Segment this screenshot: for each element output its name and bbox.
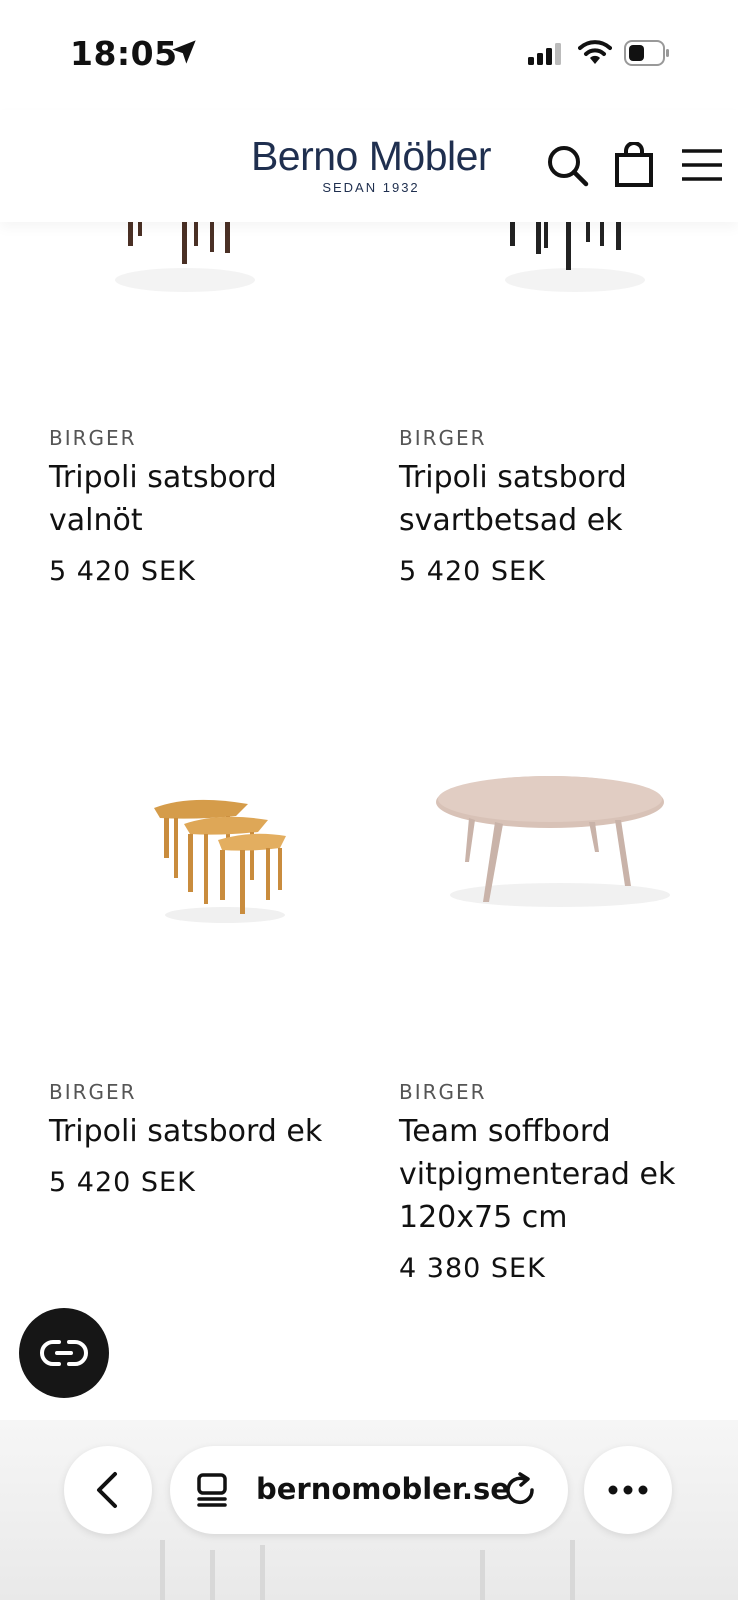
location-arrow-icon <box>172 40 196 64</box>
more-icon <box>608 1485 648 1495</box>
status-time: 18:05 <box>70 34 178 73</box>
product-name[interactable]: Team soffbord vitpigmenterad ek 120x75 c… <box>399 1110 719 1239</box>
product-card[interactable]: BIRGER Tripoli satsbord valnöt 5 420 SEK <box>49 426 369 587</box>
more-button[interactable] <box>584 1446 672 1534</box>
chat-icon <box>40 1340 88 1366</box>
product-name[interactable]: Tripoli satsbord svartbetsad ek <box>399 456 719 542</box>
product-price: 5 420 SEK <box>49 556 196 587</box>
back-icon <box>97 1472 117 1508</box>
reload-icon[interactable] <box>504 1472 538 1508</box>
product-name[interactable]: Tripoli satsbord ek <box>49 1110 369 1153</box>
product-brand: BIRGER <box>49 426 137 450</box>
product-price: 5 420 SEK <box>49 1167 196 1198</box>
back-button[interactable] <box>64 1446 152 1534</box>
wifi-icon <box>578 40 612 64</box>
logo-wordmark: Berno Möbler <box>250 133 492 179</box>
address-bar[interactable]: bernomobler.se <box>170 1446 568 1534</box>
status-bar: 18:05 <box>0 0 738 110</box>
product-image-tripoli-walnut[interactable] <box>110 218 260 308</box>
product-card[interactable]: BIRGER Tripoli satsbord ek 5 420 SEK <box>49 1080 369 1198</box>
product-price: 4 380 SEK <box>399 1253 546 1284</box>
product-image-tripoli-black-oak[interactable] <box>500 218 650 308</box>
product-brand: BIRGER <box>49 1080 137 1104</box>
product-image-tripoli-oak[interactable] <box>140 790 300 930</box>
battery-icon <box>624 40 669 66</box>
search-icon[interactable] <box>546 144 590 188</box>
product-name[interactable]: Tripoli satsbord valnöt <box>49 456 369 542</box>
site-header: Berno Möbler SEDAN 1932 <box>0 110 738 222</box>
chat-button[interactable] <box>19 1308 109 1398</box>
product-image-team-coffee-table[interactable] <box>425 770 675 930</box>
product-price: 5 420 SEK <box>399 556 546 587</box>
logo-tagline: SEDAN 1932 <box>322 180 420 195</box>
url-text[interactable]: bernomobler.se <box>256 1472 510 1506</box>
tabs-icon <box>197 1473 227 1507</box>
site-logo[interactable]: Berno Möbler SEDAN 1932 <box>236 134 506 195</box>
menu-icon[interactable] <box>680 148 724 182</box>
product-brand: BIRGER <box>399 1080 487 1104</box>
product-card[interactable]: BIRGER Team soffbord vitpigmenterad ek 1… <box>399 1080 719 1284</box>
product-brand: BIRGER <box>399 426 487 450</box>
product-card[interactable]: BIRGER Tripoli satsbord svartbetsad ek 5… <box>399 426 719 587</box>
shopping-bag-icon[interactable] <box>614 142 654 188</box>
cellular-signal-icon <box>528 43 561 65</box>
